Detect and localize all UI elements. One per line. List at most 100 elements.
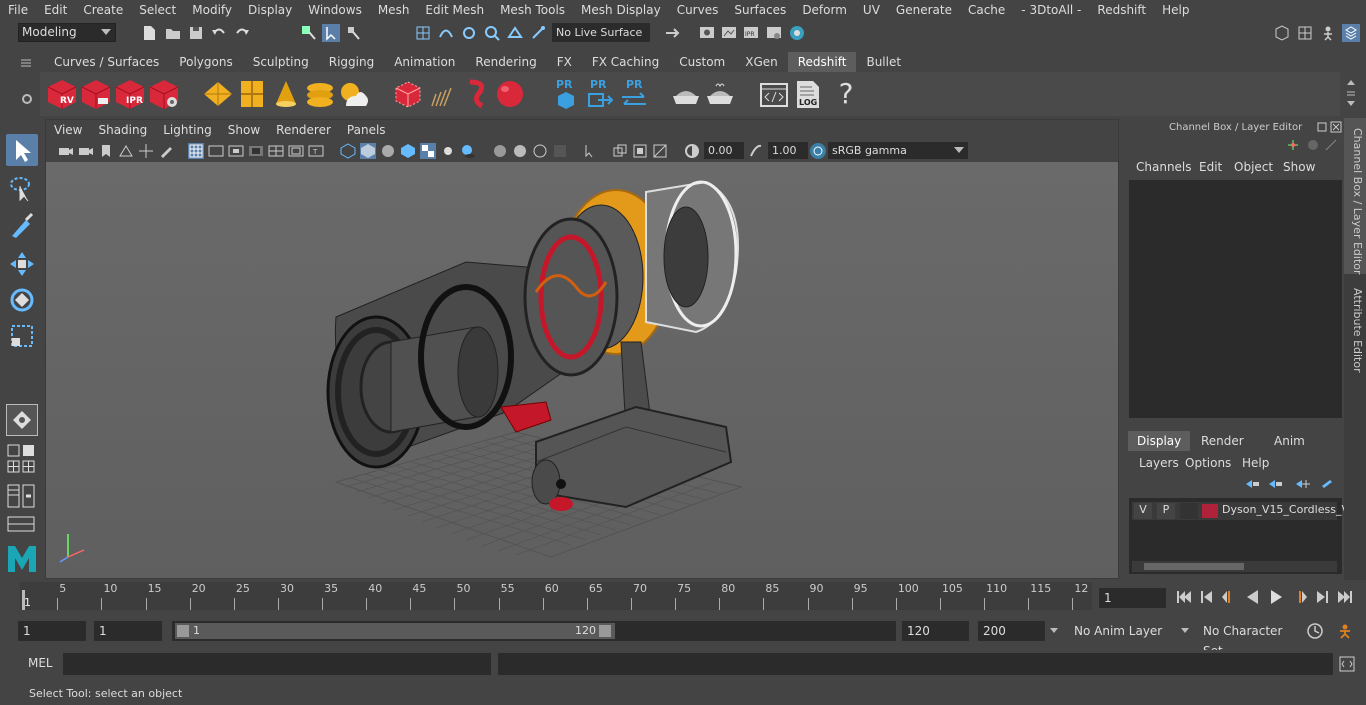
layer-playback-toggle[interactable]: P bbox=[1157, 503, 1175, 519]
tab-rendering[interactable]: Rendering bbox=[465, 52, 546, 72]
select-tool-icon[interactable] bbox=[6, 134, 38, 166]
speed-icon[interactable] bbox=[1306, 138, 1320, 152]
select-camera-icon[interactable] bbox=[58, 143, 74, 159]
step-back-frame-icon[interactable] bbox=[1221, 589, 1239, 605]
select-component-icon[interactable] bbox=[345, 24, 363, 42]
new-layer-icon[interactable] bbox=[1294, 478, 1310, 490]
move-layer-down-icon[interactable] bbox=[1267, 478, 1283, 490]
rs-render-view-icon[interactable]: RV bbox=[46, 78, 78, 110]
tab-rigging[interactable]: Rigging bbox=[319, 52, 384, 72]
tab-fx[interactable]: FX bbox=[547, 52, 582, 72]
undo-icon[interactable] bbox=[210, 24, 228, 42]
depth-of-field-icon[interactable] bbox=[552, 143, 568, 159]
layer-row[interactable]: V P Dyson_V15_Cordless_V bbox=[1132, 502, 1349, 520]
rs-bake-options-icon[interactable] bbox=[704, 78, 736, 110]
rs-pr-export-icon[interactable]: PR bbox=[584, 78, 616, 110]
end-time-field[interactable]: 200 bbox=[978, 621, 1045, 641]
rs-bake-icon[interactable] bbox=[670, 78, 702, 110]
shelf-options-gear-icon[interactable] bbox=[20, 92, 34, 106]
side-tab-channel-box[interactable]: Channel Box / Layer Editor bbox=[1346, 128, 1364, 275]
close-icon[interactable] bbox=[1330, 121, 1342, 133]
layer-name[interactable]: Dyson_V15_Cordless_V bbox=[1222, 503, 1349, 516]
play-backward-icon[interactable] bbox=[1244, 589, 1262, 605]
grease-pencil-icon[interactable] bbox=[158, 143, 174, 159]
layout-stacked-icon[interactable] bbox=[6, 516, 38, 532]
isolate-select-icon[interactable] bbox=[582, 143, 598, 159]
tab-fx-caching[interactable]: FX Caching bbox=[582, 52, 669, 72]
tab-animation[interactable]: Animation bbox=[384, 52, 465, 72]
rs-volume-icon[interactable] bbox=[460, 78, 492, 110]
playhead[interactable] bbox=[22, 590, 25, 610]
smooth-shade-icon[interactable] bbox=[360, 143, 376, 159]
tab-curves-surfaces[interactable]: Curves / Surfaces bbox=[44, 52, 169, 72]
wireframe-on-shaded-icon[interactable] bbox=[400, 143, 416, 159]
tab-render[interactable]: Render bbox=[1192, 431, 1253, 451]
rs-sphere-icon[interactable] bbox=[494, 78, 526, 110]
playback-end-field[interactable]: 120 bbox=[902, 621, 969, 641]
live-surface-field[interactable]: No Live Surface bbox=[552, 23, 650, 42]
menu-mesh-display[interactable]: Mesh Display bbox=[573, 0, 669, 20]
float-panel-icon[interactable] bbox=[1316, 121, 1328, 133]
field-chart-icon[interactable] bbox=[268, 143, 284, 159]
anim-layer-dropdown[interactable]: No Anim Layer bbox=[1068, 621, 1168, 641]
tab-polygons[interactable]: Polygons bbox=[169, 52, 242, 72]
rs-portal-light-icon[interactable] bbox=[236, 78, 268, 110]
menu-cache[interactable]: Cache bbox=[960, 0, 1013, 20]
start-time-field[interactable]: 1 bbox=[18, 621, 86, 641]
rs-spot-light-icon[interactable] bbox=[270, 78, 302, 110]
paint-select-tool-icon[interactable] bbox=[6, 210, 38, 242]
tab-redshift[interactable]: Redshift bbox=[787, 52, 857, 72]
rs-area-light-icon[interactable] bbox=[202, 78, 234, 110]
layout-single-icon[interactable] bbox=[6, 444, 38, 458]
vp-menu-show[interactable]: Show bbox=[220, 123, 268, 137]
current-frame-field[interactable]: 1 bbox=[1099, 588, 1166, 608]
layout-four-icon[interactable] bbox=[6, 460, 38, 474]
wireframe-icon[interactable] bbox=[340, 143, 356, 159]
shelf-scroll-up-icon[interactable] bbox=[1346, 78, 1356, 86]
rs-script-editor-icon[interactable] bbox=[758, 78, 790, 110]
render-settings-icon[interactable] bbox=[765, 24, 783, 42]
rs-proxy-icon[interactable] bbox=[392, 78, 424, 110]
workspace-icon[interactable] bbox=[1273, 24, 1291, 42]
rs-hair-icon[interactable] bbox=[426, 78, 458, 110]
character-controls-icon[interactable] bbox=[1319, 24, 1337, 42]
rotate-tool-icon[interactable] bbox=[6, 284, 38, 316]
cb-menu-show[interactable]: Show bbox=[1283, 160, 1315, 174]
layout-side-by-side-icon[interactable] bbox=[6, 484, 38, 508]
ipr-render-icon[interactable]: IPR bbox=[742, 24, 760, 42]
layer-hscrollbar[interactable] bbox=[1132, 561, 1337, 572]
tab-sculpting[interactable]: Sculpting bbox=[243, 52, 319, 72]
gate-mask-icon[interactable] bbox=[248, 143, 264, 159]
ambient-occlusion-icon[interactable] bbox=[492, 143, 508, 159]
rs-ies-light-icon[interactable] bbox=[304, 78, 336, 110]
rs-render-sequence-icon[interactable] bbox=[80, 78, 112, 110]
cb-menu-channels[interactable]: Channels bbox=[1136, 160, 1192, 174]
step-forward-frame-icon[interactable] bbox=[1290, 589, 1308, 605]
use-lights-icon[interactable] bbox=[440, 143, 456, 159]
menu-select[interactable]: Select bbox=[131, 0, 184, 20]
tab-display[interactable]: Display bbox=[1128, 431, 1191, 451]
menu-redshift[interactable]: Redshift bbox=[1089, 0, 1154, 20]
viewport-canvas[interactable]: persp bbox=[46, 162, 1118, 578]
render-frame-icon[interactable] bbox=[720, 24, 738, 42]
new-layer-selected-icon[interactable] bbox=[1318, 478, 1334, 490]
menu-display[interactable]: Display bbox=[240, 0, 300, 20]
gamma-field[interactable]: 1.00 bbox=[768, 142, 808, 159]
chevron-down-icon[interactable] bbox=[1050, 628, 1058, 633]
range-bar-handle[interactable]: 1 120 bbox=[175, 623, 615, 639]
vp-menu-shading[interactable]: Shading bbox=[90, 123, 155, 137]
time-ruler[interactable]: 5 10 15 20 25 30 35 40 45 50 55 60 65 70 75 80 85 90 95 100… bbox=[20, 582, 1092, 610]
save-scene-icon[interactable] bbox=[187, 24, 205, 42]
film-gate-icon[interactable] bbox=[208, 143, 224, 159]
input-output-icon[interactable] bbox=[663, 24, 681, 42]
rs-help-icon[interactable]: ? bbox=[830, 78, 862, 110]
bookmark-icon[interactable] bbox=[98, 143, 114, 159]
textured-icon[interactable] bbox=[420, 143, 436, 159]
layer-display-type[interactable] bbox=[1180, 503, 1198, 519]
image-plane-icon[interactable] bbox=[118, 143, 134, 159]
shelf-menu-icon[interactable] bbox=[1346, 90, 1356, 98]
select-object-icon[interactable] bbox=[322, 24, 340, 42]
menu-generate[interactable]: Generate bbox=[888, 0, 960, 20]
auto-key-icon[interactable] bbox=[1306, 622, 1324, 640]
snap-grid-icon[interactable] bbox=[414, 24, 432, 42]
